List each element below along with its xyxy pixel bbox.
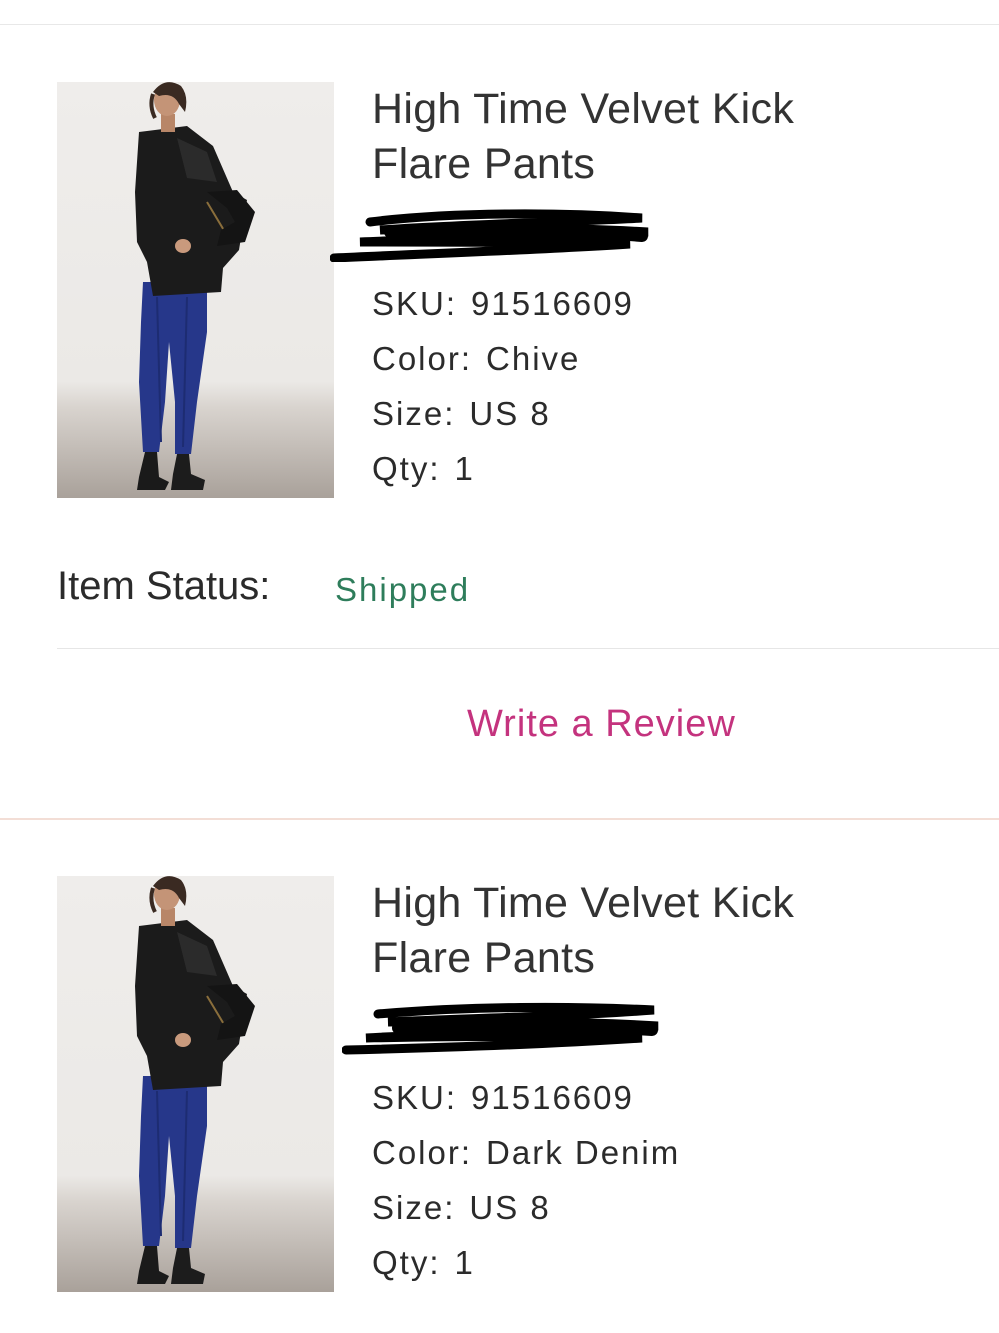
sku-label: SKU:: [372, 1079, 458, 1116]
qty-value: 1: [454, 1244, 475, 1281]
item-info: High Time Velvet Kick Flare Pants SKU: 91…: [341, 876, 962, 1290]
write-review-link[interactable]: Write a Review: [467, 698, 736, 750]
item-attributes: SKU: 91516609 Color: Chive Size: US 8 Qty: 1: [372, 276, 962, 496]
color-line: Color: Chive: [372, 331, 962, 386]
sku-value: 91516609: [471, 285, 634, 322]
price-redaction: [329, 206, 650, 263]
sku-line: SKU: 91516609: [372, 1070, 962, 1125]
qty-value: 1: [454, 450, 475, 487]
product-image[interactable]: [57, 876, 334, 1292]
size-label: Size:: [372, 1189, 456, 1226]
color-value: Chive: [486, 340, 581, 377]
product-image[interactable]: [57, 82, 334, 498]
item-attributes: SKU: 91516609 Color: Dark Denim Size: US 8 …: [372, 1070, 962, 1290]
product-title[interactable]: High Time Velvet Kick Flare Pants: [372, 82, 842, 192]
qty-line: Qty: 1: [372, 1235, 962, 1290]
item-status-value: Shipped: [335, 571, 471, 608]
item-status-row: Item Status: Shipped: [57, 560, 957, 612]
qty-label: Qty:: [372, 450, 441, 487]
size-line: Size: US 8: [372, 386, 962, 441]
size-value: US 8: [469, 395, 551, 432]
section-divider: [0, 818, 999, 820]
top-divider: [0, 24, 999, 25]
sku-label: SKU:: [372, 285, 458, 322]
qty-line: Qty: 1: [372, 441, 962, 496]
color-label: Color:: [372, 340, 473, 377]
size-line: Size: US 8: [372, 1180, 962, 1235]
color-value: Dark Denim: [486, 1134, 681, 1171]
sku-value: 91516609: [471, 1079, 634, 1116]
color-label: Color:: [372, 1134, 473, 1171]
item-status-label: Item Status:: [57, 564, 271, 608]
color-line: Color: Dark Denim: [372, 1125, 962, 1180]
order-details-page: High Time Velvet Kick Flare Pants SKU: 91…: [0, 0, 999, 1333]
size-label: Size:: [372, 395, 456, 432]
qty-label: Qty:: [372, 1244, 441, 1281]
size-value: US 8: [469, 1189, 551, 1226]
price-redaction: [341, 1000, 662, 1056]
row-divider: [57, 648, 999, 649]
product-title[interactable]: High Time Velvet Kick Flare Pants: [372, 876, 842, 986]
sku-line: SKU: 91516609: [372, 276, 962, 331]
item-info: High Time Velvet Kick Flare Pants SKU: 91…: [329, 82, 962, 496]
